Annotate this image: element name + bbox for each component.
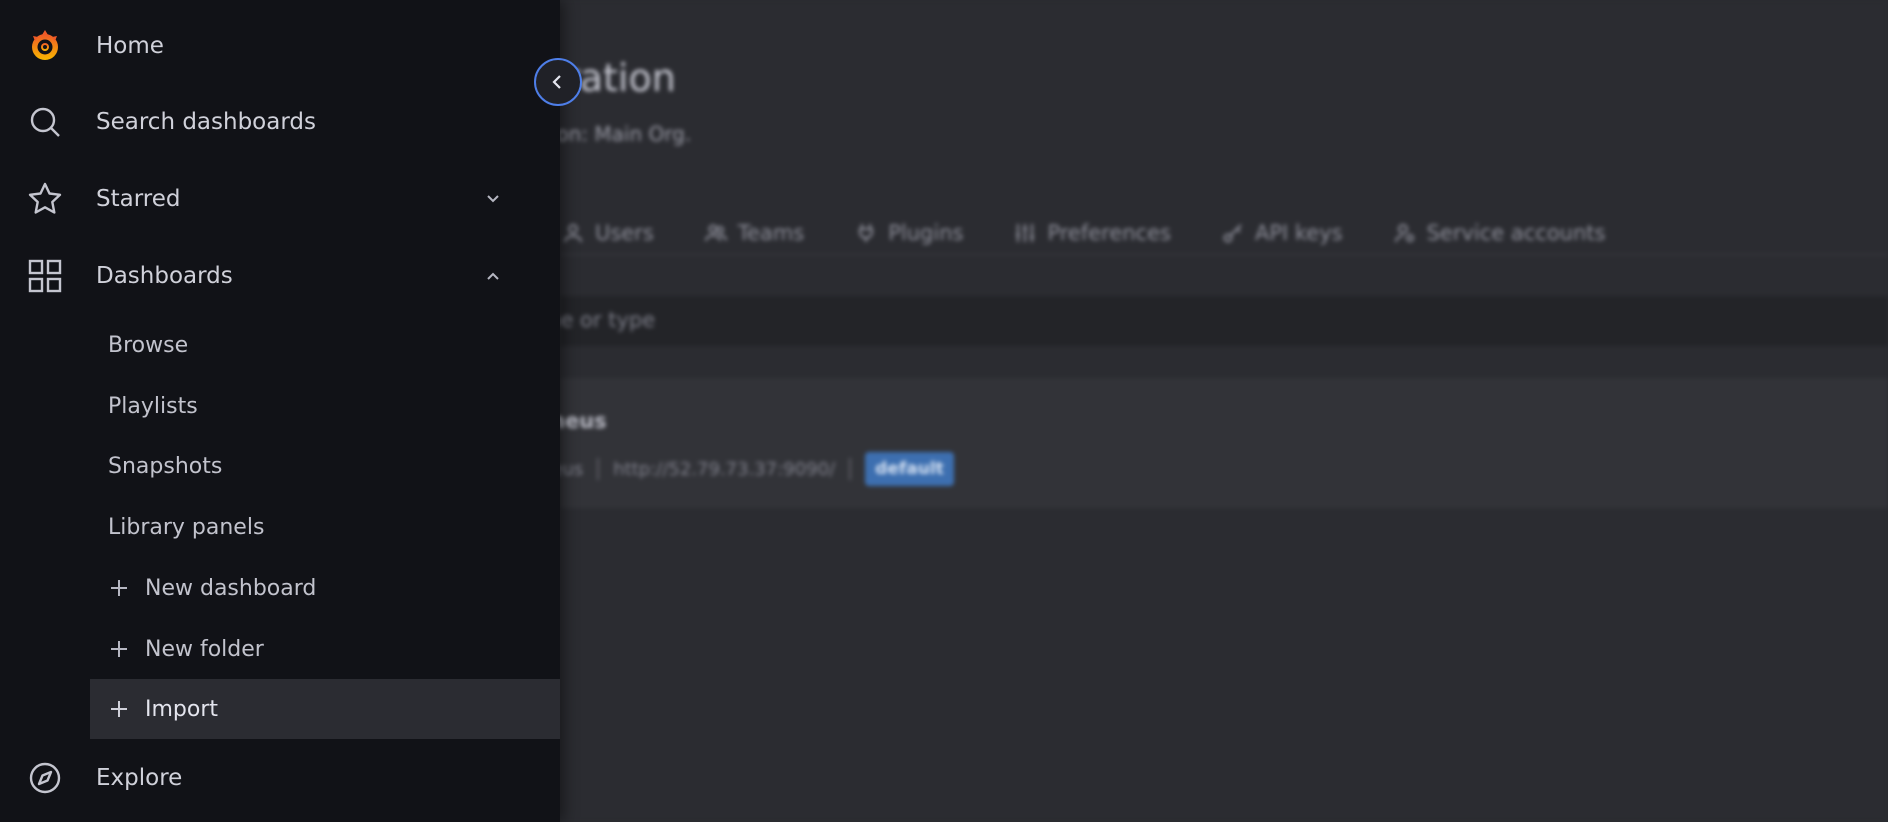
sliders-icon <box>1016 224 1035 242</box>
tab-label: Preferences <box>1047 221 1171 245</box>
search-icon <box>26 103 64 141</box>
tab-label: API keys <box>1254 221 1343 245</box>
sidebar-subitem-new-dashboard[interactable]: New dashboard <box>90 558 560 618</box>
chevron-up-icon[interactable] <box>482 265 504 287</box>
sidebar-item-explore[interactable]: Explore <box>0 746 560 810</box>
datasource-card[interactable] <box>560 378 1888 508</box>
page-subtitle: tion: Main Org. <box>543 122 692 146</box>
tab-users[interactable]: Users <box>561 212 654 254</box>
key-icon <box>1223 224 1242 243</box>
user-icon <box>563 224 582 243</box>
tab-bar: s Users Teams Plugins Preferences API ke… <box>520 212 1655 256</box>
chevron-down-icon[interactable] <box>482 188 504 210</box>
sidebar-subitem-label: New folder <box>145 636 264 662</box>
sidebar-subitem-label: Playlists <box>108 393 198 419</box>
sidebar-subitem-label: Library panels <box>108 514 265 540</box>
sidebar-menu: Home Search dashboards Starred Dashboard… <box>0 0 560 822</box>
sidebar-subitem-browse[interactable]: Browse <box>90 315 560 375</box>
plus-icon <box>111 701 127 717</box>
chevron-left-icon <box>552 75 561 89</box>
users-icon <box>704 224 727 242</box>
plus-icon <box>111 580 127 596</box>
search-filter-input[interactable] <box>560 296 1888 346</box>
tab-plugins[interactable]: Plugins <box>854 212 963 254</box>
plug-icon <box>859 224 874 242</box>
sidebar-subitem-label: Browse <box>108 332 189 358</box>
sidebar-item-search[interactable]: Search dashboards <box>0 90 560 154</box>
default-badge: default <box>865 452 954 486</box>
tab-label: Users <box>594 221 654 245</box>
tab-label: Teams <box>737 221 805 245</box>
collapse-sidebar-button[interactable] <box>534 58 582 106</box>
sidebar-subitem-new-folder[interactable]: New folder <box>90 619 560 679</box>
sidebar-item-label: Search dashboards <box>96 109 316 135</box>
tab-service-accounts[interactable]: Service accounts <box>1393 212 1606 254</box>
sidebar-subitem-label: Snapshots <box>108 453 223 479</box>
tab-api-keys[interactable]: API keys <box>1221 212 1343 254</box>
divider <box>849 458 852 480</box>
grafana-logo-icon <box>26 27 64 65</box>
sidebar-item-label: Home <box>96 33 164 59</box>
sidebar-subitem-label: Import <box>145 696 219 722</box>
tabs-divider <box>560 254 1888 255</box>
sidebar-item-dashboards[interactable]: Dashboards <box>0 244 560 308</box>
sidebar-item-starred[interactable]: Starred <box>0 167 560 231</box>
star-icon <box>26 180 64 218</box>
datasource-url: http://52.79.73.37:9090/ <box>613 458 836 480</box>
divider <box>597 458 600 480</box>
user-cog-icon <box>1394 224 1414 243</box>
sidebar-subitem-label: New dashboard <box>145 575 317 601</box>
plus-icon <box>111 641 127 657</box>
apps-grid-icon <box>26 257 64 295</box>
sidebar-subitem-import[interactable]: Import <box>90 679 560 739</box>
tab-label: Plugins <box>888 221 964 245</box>
sidebar-item-label: Dashboards <box>96 263 233 289</box>
tab-preferences[interactable]: Preferences <box>1013 212 1171 254</box>
datasource-meta: neus http://52.79.73.37:9090/ default <box>540 452 954 486</box>
sidebar-subitem-snapshots[interactable]: Snapshots <box>90 436 560 496</box>
compass-icon <box>26 759 64 797</box>
sidebar-item-label: Explore <box>96 765 183 791</box>
tab-label: Service accounts <box>1426 221 1606 245</box>
sidebar-subitem-library-panels[interactable]: Library panels <box>90 497 560 557</box>
sidebar-item-label: Starred <box>96 186 181 212</box>
tab-teams[interactable]: Teams <box>704 212 804 254</box>
sidebar-subitem-playlists[interactable]: Playlists <box>90 376 560 436</box>
sidebar-item-home[interactable]: Home <box>0 14 560 78</box>
